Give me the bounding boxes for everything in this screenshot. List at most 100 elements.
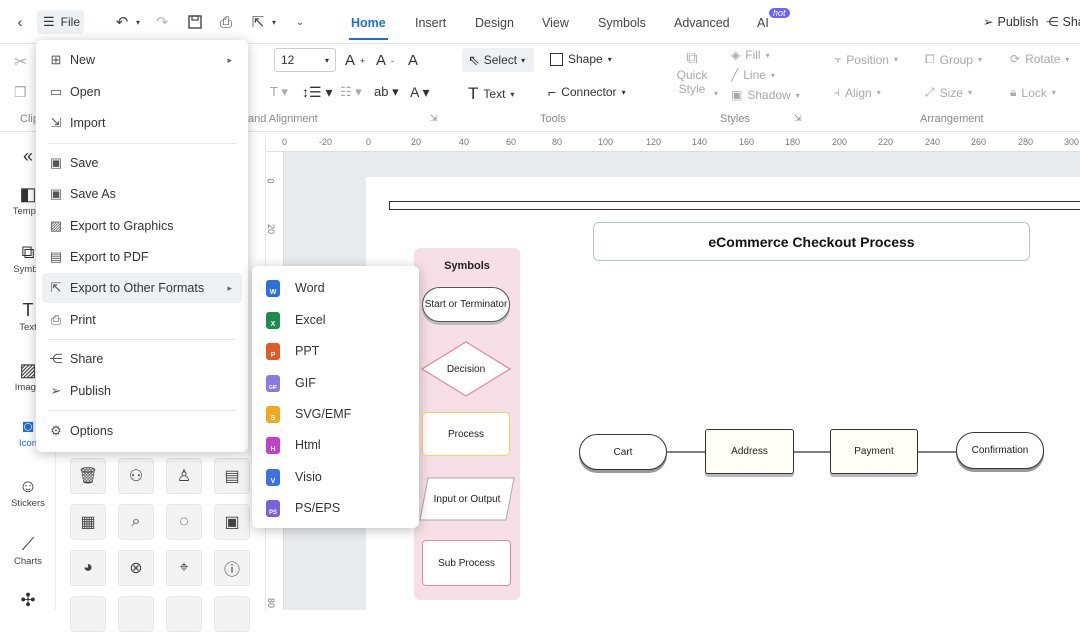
menu-item-new[interactable]: ⊞New▸ bbox=[42, 45, 242, 75]
size-button[interactable]: ⤢Size▾ bbox=[925, 85, 972, 100]
align-button[interactable]: ⫞Align▾ bbox=[834, 85, 881, 100]
group-button[interactable]: ⧠Group▾ bbox=[925, 52, 982, 67]
line-spacing-icon[interactable]: ↕☰ ▾ bbox=[302, 84, 332, 101]
search-doc-icon[interactable]: ⌕ bbox=[118, 504, 154, 540]
tab-ai[interactable]: AI bbox=[757, 16, 769, 30]
back-icon[interactable]: ‹ bbox=[10, 12, 30, 32]
flow-address[interactable]: Address bbox=[705, 429, 794, 474]
menu-item-export-graphics[interactable]: ▨Export to Graphics bbox=[42, 211, 242, 241]
print-icon[interactable]: ⎙ bbox=[216, 12, 236, 32]
export-svg-emf[interactable]: SSVG/EMF bbox=[266, 401, 351, 427]
calendar-icon[interactable]: ▦ bbox=[70, 504, 106, 540]
document-icon[interactable]: ▤ bbox=[214, 458, 250, 494]
file-menu-button[interactable]: ☰ File bbox=[37, 10, 84, 34]
redo-icon[interactable]: ↷ bbox=[152, 12, 172, 32]
shadow-button[interactable]: ▣Shadow▾ bbox=[731, 88, 800, 102]
panel-icon[interactable] bbox=[166, 596, 202, 632]
highlight-icon[interactable]: A ▾ bbox=[410, 84, 429, 101]
menu-item-save-as[interactable]: ▣Save As bbox=[42, 179, 242, 209]
export-dropdown-icon[interactable]: ▾ bbox=[264, 12, 284, 32]
menu-item-publish[interactable]: ➢Publish bbox=[42, 376, 242, 406]
symbol-terminator[interactable]: Start or Terminator bbox=[422, 287, 510, 322]
palette-icon[interactable]: ◕ bbox=[70, 550, 106, 586]
menu-item-options[interactable]: ⚙Options bbox=[42, 416, 242, 446]
sidebar-item-more[interactable]: ✣ bbox=[0, 588, 56, 612]
menu-item-export-pdf[interactable]: ▤Export to PDF bbox=[42, 242, 242, 272]
user-group-icon[interactable]: ⚇ bbox=[118, 458, 154, 494]
list-icon[interactable]: ☷ ▾ bbox=[340, 84, 362, 100]
position-button[interactable]: ⫟Position▾ bbox=[834, 52, 898, 67]
share-icon: ⋲ bbox=[1046, 14, 1059, 29]
share-button[interactable]: ⋲Sha bbox=[1046, 14, 1080, 29]
export-label: PPT bbox=[295, 344, 319, 358]
expand-icon[interactable]: ⇲ bbox=[430, 113, 438, 124]
chat-icon[interactable]: ◌ bbox=[166, 504, 202, 540]
header-bar-shape[interactable] bbox=[389, 201, 1080, 210]
location-icon[interactable]: ⌖ bbox=[166, 550, 202, 586]
tab-home[interactable]: Home bbox=[351, 16, 386, 30]
tab-advanced[interactable]: Advanced bbox=[674, 16, 730, 30]
sidebar-item-charts[interactable]: ⟋Charts bbox=[0, 532, 56, 567]
lock-button[interactable]: 🔒︎Lock▾ bbox=[1010, 85, 1056, 100]
tab-symbols[interactable]: Symbols bbox=[598, 16, 646, 30]
flow-payment[interactable]: Payment bbox=[830, 429, 918, 474]
close-circle-icon[interactable]: ⊗ bbox=[118, 550, 154, 586]
tab-insert[interactable]: Insert bbox=[415, 16, 446, 30]
select-button[interactable]: ⇖Select▾ bbox=[462, 48, 534, 72]
font-color-icon[interactable]: A bbox=[408, 52, 418, 69]
ruler-tick: 100 bbox=[598, 137, 613, 147]
publish-button[interactable]: ➢Publish bbox=[983, 14, 1038, 29]
shape-button[interactable]: Shape▾ bbox=[550, 52, 612, 66]
increase-font-icon[interactable]: A+ bbox=[345, 52, 365, 69]
panel-icon[interactable] bbox=[70, 596, 106, 632]
alert-icon[interactable]: ⓘ bbox=[214, 550, 250, 586]
panel-icon[interactable] bbox=[118, 596, 154, 632]
menu-item-import[interactable]: ⇲Import bbox=[42, 108, 242, 138]
text-case-icon[interactable]: ab ▾ bbox=[374, 84, 399, 100]
menu-item-save[interactable]: ▣Save bbox=[42, 148, 242, 178]
export-visio[interactable]: VVisio bbox=[266, 464, 322, 490]
export-html[interactable]: HHtml bbox=[266, 432, 321, 458]
quick-style-button[interactable]: ⧉ Quick Style bbox=[672, 50, 712, 96]
fill-icon: ◈ bbox=[731, 48, 740, 62]
save-icon[interactable] bbox=[185, 12, 205, 32]
export-gif[interactable]: GIFGIF bbox=[266, 370, 316, 396]
menu-item-print[interactable]: ⎙Print bbox=[42, 305, 242, 335]
trash-icon[interactable]: 🗑︎ bbox=[70, 458, 106, 494]
size-icon: ⤢ bbox=[925, 85, 935, 100]
more-icon[interactable]: ⌄ bbox=[290, 12, 310, 32]
export-ppt[interactable]: PPPT bbox=[266, 338, 319, 364]
ps-file-icon: PS bbox=[266, 500, 280, 517]
text-format-icon[interactable]: T ▾ bbox=[270, 84, 288, 100]
calendar-filled-icon[interactable]: ▣ bbox=[214, 504, 250, 540]
undo-dropdown-icon[interactable]: ▾ bbox=[128, 12, 148, 32]
export-ps-eps[interactable]: PSPS/EPS bbox=[266, 495, 340, 521]
menu-item-open[interactable]: ▭Open bbox=[42, 77, 242, 107]
sidebar-item-stickers[interactable]: ☺Stickers bbox=[0, 474, 56, 509]
menu-item-export-other[interactable]: ⇱Export to Other Formats▸ bbox=[42, 273, 242, 303]
ruler-tick: 260 bbox=[971, 137, 986, 147]
line-button[interactable]: ╱Line▾ bbox=[731, 68, 775, 82]
fill-button[interactable]: ◈Fill▾ bbox=[731, 48, 770, 62]
tab-view[interactable]: View bbox=[542, 16, 569, 30]
symbol-process[interactable]: Process bbox=[422, 412, 510, 456]
menu-item-share[interactable]: ⋲Share bbox=[42, 344, 242, 374]
rotate-button[interactable]: ⟳Rotate▾ bbox=[1010, 52, 1069, 66]
chevron-down-icon[interactable]: ▾ bbox=[714, 89, 718, 98]
decrease-font-icon[interactable]: A- bbox=[376, 52, 394, 69]
expand-icon[interactable]: ⇲ bbox=[794, 113, 802, 124]
panel-icon[interactable] bbox=[214, 596, 250, 632]
flow-cart[interactable]: Cart bbox=[579, 434, 667, 470]
diagram-title[interactable]: eCommerce Checkout Process bbox=[593, 222, 1030, 261]
symbol-subprocess[interactable]: Sub Process bbox=[422, 540, 511, 586]
export-excel[interactable]: XExcel bbox=[266, 307, 326, 333]
copy-icon[interactable]: ❐ bbox=[14, 84, 27, 101]
tab-design[interactable]: Design bbox=[475, 16, 514, 30]
text-button[interactable]: TText▾ bbox=[468, 84, 514, 104]
connector-button[interactable]: ⌐Connector▾ bbox=[548, 84, 626, 100]
font-size-select[interactable]: 12▾ bbox=[274, 48, 336, 72]
user-icon[interactable]: ♙ bbox=[166, 458, 202, 494]
export-word[interactable]: WWord bbox=[266, 275, 325, 301]
cut-icon[interactable]: ✂ bbox=[14, 52, 27, 72]
flow-confirmation[interactable]: Confirmation bbox=[956, 432, 1044, 469]
